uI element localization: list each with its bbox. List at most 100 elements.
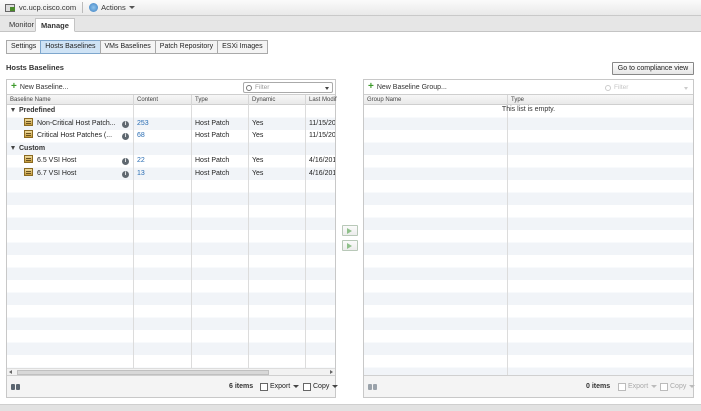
actions-icon [89,3,99,12]
col-dynamic[interactable]: Dynamic [249,95,306,105]
section-title: Hosts Baselines [6,63,64,72]
chevron-down-icon [689,385,696,388]
export-button[interactable]: Export [618,382,658,391]
col-content[interactable]: Content [134,95,192,105]
tab-manage[interactable]: Manage [35,18,75,32]
baseline-icon [24,155,33,163]
col-group-name[interactable]: Group Name [364,95,508,105]
table-row[interactable]: Critical Host Patches (... i 68 Host Pat… [7,130,335,143]
baseline-filter-input[interactable]: Filter [243,82,333,93]
scroll-left-icon[interactable] [9,370,12,374]
host-breadcrumb[interactable]: vc.ucp.cisco.com [5,3,76,12]
col-baseline-name[interactable]: Baseline Name [7,95,134,105]
chevron-down-icon[interactable] [325,87,329,90]
baseline-name-cell: 6.5 VSI Host [21,155,133,168]
col-type[interactable]: Type [192,95,249,105]
actions-menu[interactable]: Actions [89,3,135,12]
table-row[interactable]: 6.7 VSI Host i 13 Host Patch Yes 4/16/20… [7,167,335,181]
info-icon[interactable]: i [122,133,129,140]
info-icon[interactable]: i [122,158,129,165]
copy-button[interactable]: Copy [303,382,339,391]
info-icon[interactable]: i [122,170,129,178]
horizontal-scrollbar[interactable] [7,368,335,375]
dynamic-cell: Yes [252,157,264,164]
search-icon [605,84,611,91]
dynamic-cell: Yes [252,169,264,177]
sub-tabs: Settings Hosts Baselines VMs Baselines P… [6,40,268,54]
tab-settings[interactable]: Settings [6,40,42,54]
type-cell: Host Patch [195,119,230,127]
filter-placeholder: Filter [255,84,270,91]
baselines-grid: Predefined Non-Critical Host Patch... i … [7,105,335,375]
expand-triangle-icon[interactable] [11,145,15,150]
chevron-down-icon [293,385,300,388]
content-link[interactable]: 68 [134,130,191,143]
modified-cell: 4/16/201 [309,157,335,164]
add-icon: + [368,81,374,92]
col-type[interactable]: Type [508,95,695,105]
chevron-down-icon [332,385,339,388]
baseline-name-cell: 6.7 VSI Host [21,167,133,181]
baseline-icon [24,130,33,138]
group-row-custom[interactable]: Custom [7,143,335,156]
actions-label: Actions [101,3,126,12]
content-link[interactable]: 13 [134,168,191,181]
dynamic-cell: Yes [252,132,264,139]
new-baseline-group-button[interactable]: New Baseline Group... [377,84,447,91]
binoculars-icon[interactable] [368,383,378,391]
move-right-arrow-button-2[interactable] [342,240,358,251]
table-row[interactable]: Non-Critical Host Patch... i 253 Host Pa… [7,117,335,131]
chevron-down-icon [128,6,135,9]
table-row[interactable]: 6.5 VSI Host i 22 Host Patch Yes 4/16/20… [7,155,335,168]
baseline-icon [24,167,33,176]
host-icon [5,3,16,12]
baseline-group-filter-input[interactable]: Filter [602,82,692,93]
move-right-arrow-button[interactable] [342,225,358,236]
col-last-modified[interactable]: Last Modif [306,95,337,105]
bottom-status-bar [0,404,701,411]
tab-patch-repository[interactable]: Patch Repository [154,40,219,54]
modified-cell: 11/15/20 [309,119,335,127]
export-button[interactable]: Export [260,382,300,391]
baselines-footer: 6 items Export Copy [7,375,339,397]
tab-esxi-images[interactable]: ESXi Images [217,40,268,54]
primary-tabs: Monitor Manage [0,16,701,32]
search-icon [246,84,252,91]
dynamic-cell: Yes [252,119,264,127]
tab-monitor[interactable]: Monitor [4,18,39,32]
add-icon: + [11,81,17,92]
type-cell: Host Patch [195,169,230,177]
modified-cell: 4/16/201 [309,169,335,177]
chevron-down-icon[interactable] [684,87,688,90]
binoculars-icon[interactable] [11,383,21,391]
tab-hosts-baselines[interactable]: Hosts Baselines [40,40,101,54]
scroll-right-icon[interactable] [330,370,333,374]
col-divider [507,105,508,375]
groups-footer: 0 items Export Copy [364,375,696,397]
groups-grid-header: Group Name Type [364,94,693,105]
filter-placeholder: Filter [614,84,629,91]
modified-cell: 11/15/20 [309,132,335,139]
type-cell: Host Patch [195,132,230,139]
baseline-icon [24,117,33,126]
chevron-down-icon [651,385,658,388]
content-link[interactable]: 253 [134,118,191,131]
title-separator [82,2,84,13]
tab-vms-baselines[interactable]: VMs Baselines [99,40,156,54]
export-icon [618,382,626,391]
group-label: Predefined [8,105,133,118]
info-icon[interactable]: i [122,120,129,128]
type-cell: Host Patch [195,157,230,164]
export-icon [260,382,268,391]
host-name: vc.ucp.cisco.com [19,3,77,12]
copy-button[interactable]: Copy [660,382,696,391]
empty-list-message: This list is empty. [501,106,556,113]
expand-triangle-icon[interactable] [11,108,15,112]
baselines-grid-header: Baseline Name Content Type Dynamic Last … [7,94,337,105]
group-row-predefined[interactable]: Predefined [7,105,335,118]
go-to-compliance-view-button[interactable]: Go to compliance view [612,62,694,75]
content-link[interactable]: 22 [134,155,191,168]
baseline-name-cell: Non-Critical Host Patch... [21,117,133,131]
baseline-groups-panel: + New Baseline Group... Filter Group Nam… [363,79,696,398]
new-baseline-button[interactable]: New Baseline... [20,84,69,91]
